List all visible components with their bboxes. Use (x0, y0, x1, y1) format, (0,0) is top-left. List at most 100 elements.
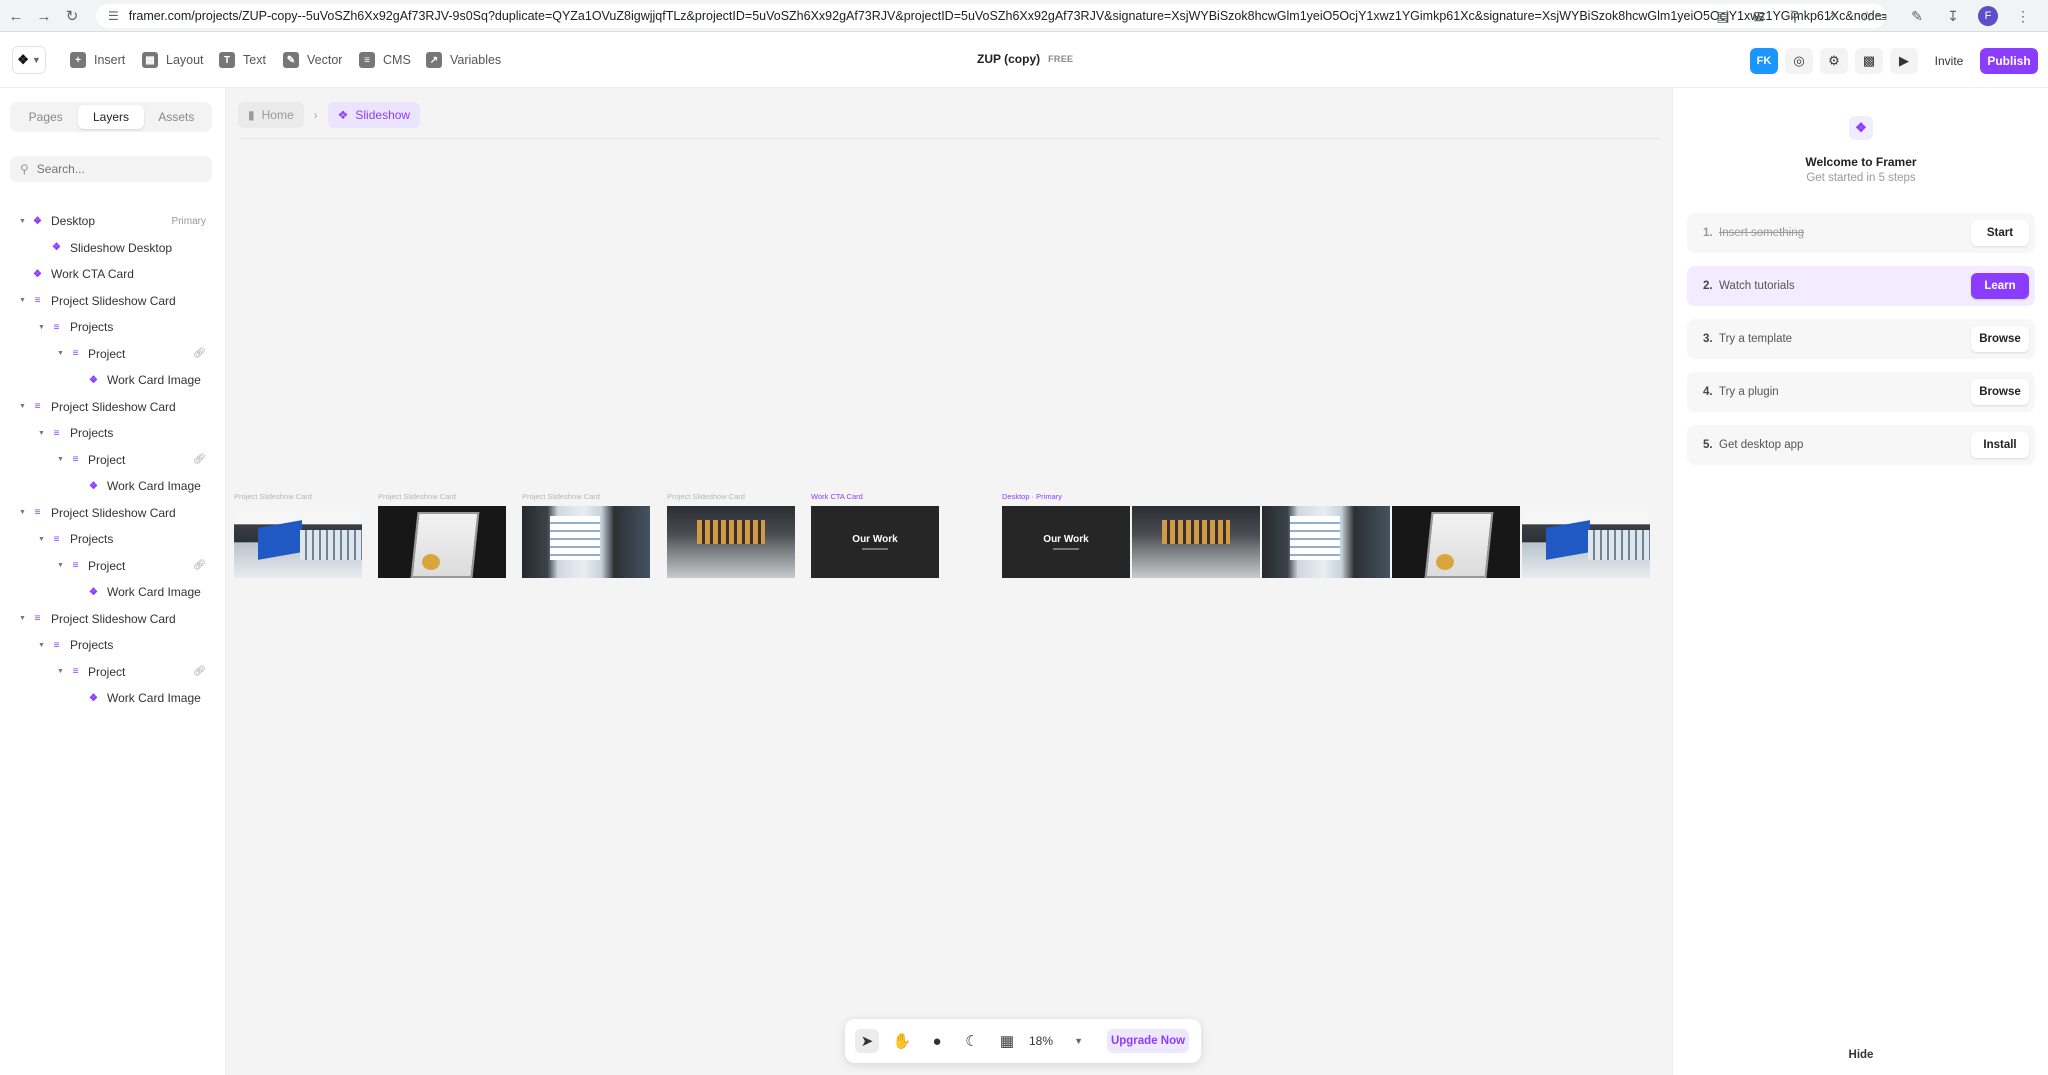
collapse-arrow-icon[interactable]: ▼ (57, 456, 64, 463)
layer-row[interactable]: ❖ Work Card Image (0, 579, 226, 606)
layer-row[interactable]: ❖ Work Card Image (0, 685, 226, 712)
desktop-slide[interactable] (1132, 506, 1260, 578)
design-canvas[interactable]: ▮ Home › ❖ Slideshow Project Slideshow C… (226, 88, 1672, 1075)
grid-icon[interactable]: ▦ (995, 1029, 1019, 1053)
collapse-arrow-icon[interactable]: ▼ (38, 536, 45, 543)
dark-mode-icon[interactable]: ☾ (960, 1029, 984, 1053)
framer-menu-button[interactable]: ❖ ▼ (12, 46, 46, 74)
extension-icon[interactable]: ▭ (1870, 4, 1892, 28)
collapse-arrow-icon[interactable]: ▼ (57, 562, 64, 569)
step-desktop-app[interactable]: 5. Get desktop app Install (1687, 425, 2035, 465)
tab-assets[interactable]: Assets (144, 105, 209, 129)
zoom-select[interactable]: 18% ▼ (1025, 1029, 1087, 1053)
layout-button[interactable]: ▦ Layout (142, 50, 204, 70)
layer-row[interactable]: ▼ ❖ Desktop Primary (0, 208, 226, 235)
collapse-arrow-icon[interactable]: ▼ (19, 403, 26, 410)
select-tool-icon[interactable]: ➤ (855, 1029, 879, 1053)
layer-row[interactable]: ▼ ≡ Project 🔗︎ (0, 659, 226, 686)
text-button[interactable]: T Text (219, 50, 266, 70)
globe-icon[interactable]: ◎ (1785, 48, 1813, 74)
project-card-frame[interactable] (378, 506, 506, 578)
hide-button[interactable]: Hide (1687, 1042, 2035, 1068)
layer-row[interactable]: ▼ ≡ Projects (0, 314, 226, 341)
user-avatar[interactable]: FK (1750, 48, 1778, 74)
frame-label[interactable]: Desktop · Primary (1002, 492, 1062, 501)
extensions-puzzle-icon[interactable]: ✎ (1906, 4, 1928, 28)
layer-row[interactable]: ❖ Work Card Image (0, 473, 226, 500)
collapse-arrow-icon[interactable]: ▼ (19, 615, 26, 622)
browse-templates-button[interactable]: Browse (1971, 326, 2029, 352)
collapse-arrow-icon[interactable]: ▼ (57, 668, 64, 675)
desktop-slide[interactable] (1262, 506, 1390, 578)
desktop-slide[interactable] (1522, 506, 1650, 578)
frame-label[interactable]: Work CTA Card (811, 492, 863, 501)
layer-row[interactable]: ▼ ≡ Projects (0, 526, 226, 553)
layer-row[interactable]: ▼ ≡ Project Slideshow Card (0, 606, 226, 633)
tab-pages[interactable]: Pages (13, 105, 78, 129)
project-card-frame[interactable] (234, 506, 362, 578)
search-input[interactable] (36, 162, 197, 176)
variables-button[interactable]: ↗ Variables (426, 50, 501, 70)
profile-avatar[interactable]: F (1978, 6, 1998, 26)
collapse-arrow-icon[interactable]: ▼ (38, 324, 45, 331)
analytics-icon[interactable]: ▩ (1855, 48, 1883, 74)
work-cta-frame[interactable]: Our Work (811, 506, 939, 578)
invite-button[interactable]: Invite (1928, 48, 1970, 74)
publish-button[interactable]: Publish (1980, 48, 2038, 74)
zoom-icon[interactable]: ⚲ (1784, 4, 1806, 28)
learn-button[interactable]: Learn (1971, 273, 2029, 299)
desktop-slide[interactable] (1392, 506, 1520, 578)
project-card-frame[interactable] (522, 506, 650, 578)
frame-label[interactable]: Project Slideshow Card (522, 492, 600, 501)
hand-tool-icon[interactable]: ✋ (890, 1029, 914, 1053)
layer-row[interactable]: ▼ ≡ Project Slideshow Card (0, 394, 226, 421)
layer-row[interactable]: ▼ ≡ Project Slideshow Card (0, 500, 226, 527)
layer-row[interactable]: ▼ ≡ Projects (0, 420, 226, 447)
layer-row[interactable]: ▼ ≡ Projects (0, 632, 226, 659)
install-button[interactable]: Install (1971, 432, 2029, 458)
cms-button[interactable]: ≡ CMS (359, 50, 411, 70)
tab-layers[interactable]: Layers (78, 105, 144, 129)
reload-icon[interactable]: ↻ (58, 2, 86, 30)
step-template[interactable]: 3. Try a template Browse (1687, 319, 2035, 359)
play-icon[interactable]: ▶ (1890, 48, 1918, 74)
layer-row[interactable]: ▼ ≡ Project Slideshow Card (0, 288, 226, 315)
step-plugin[interactable]: 4. Try a plugin Browse (1687, 372, 2035, 412)
insert-button[interactable]: + Insert (70, 50, 125, 70)
collapse-arrow-icon[interactable]: ▼ (19, 218, 26, 225)
collapse-arrow-icon[interactable]: ▼ (19, 297, 26, 304)
step-tutorials[interactable]: 2. Watch tutorials Learn (1687, 266, 2035, 306)
browse-plugins-button[interactable]: Browse (1971, 379, 2029, 405)
frame-label[interactable]: Project Slideshow Card (667, 492, 745, 501)
forward-icon[interactable]: → (30, 2, 58, 30)
tab-search-icon[interactable]: ▤ (1712, 4, 1734, 28)
download-icon[interactable]: ↧ (1942, 4, 1964, 28)
upgrade-button[interactable]: Upgrade Now (1107, 1029, 1189, 1053)
layer-search[interactable]: ⚲ (10, 156, 212, 182)
share-icon[interactable]: ↗ (1820, 4, 1842, 28)
settings-icon[interactable]: ⚙ (1820, 48, 1848, 74)
layer-row[interactable]: ▼ ≡ Project 🔗︎ (0, 341, 226, 368)
install-app-icon[interactable]: ⊞ (1748, 4, 1770, 28)
desktop-slide[interactable]: Our Work (1002, 506, 1130, 578)
collapse-arrow-icon[interactable]: ▼ (38, 430, 45, 437)
frame-label[interactable]: Project Slideshow Card (234, 492, 312, 501)
frame-label[interactable]: Project Slideshow Card (378, 492, 456, 501)
start-button[interactable]: Start (1971, 220, 2029, 246)
breadcrumb-slideshow[interactable]: ❖ Slideshow (327, 102, 421, 128)
layer-row[interactable]: ▼ ≡ Project 🔗︎ (0, 447, 226, 474)
back-icon[interactable]: ← (2, 2, 30, 30)
project-title[interactable]: ZUP (copy) FREE (977, 52, 1073, 66)
collapse-arrow-icon[interactable]: ▼ (38, 642, 45, 649)
vector-button[interactable]: ✎ Vector (283, 50, 342, 70)
browser-menu-icon[interactable]: ⋮ (2012, 4, 2034, 28)
layer-row[interactable]: ▼ ≡ Project 🔗︎ (0, 553, 226, 580)
project-card-frame[interactable] (667, 506, 795, 578)
address-bar[interactable]: ☰ framer.com/projects/ZUP-copy--5uVoSZh6… (96, 4, 1886, 28)
layer-row[interactable]: ❖ Slideshow Desktop (0, 235, 226, 262)
collapse-arrow-icon[interactable]: ▼ (57, 350, 64, 357)
breadcrumb-home[interactable]: ▮ Home (238, 102, 304, 128)
comment-icon[interactable]: ● (925, 1029, 949, 1053)
site-settings-icon[interactable]: ☰ (108, 9, 119, 23)
layer-row[interactable]: ❖ Work Card Image (0, 367, 226, 394)
